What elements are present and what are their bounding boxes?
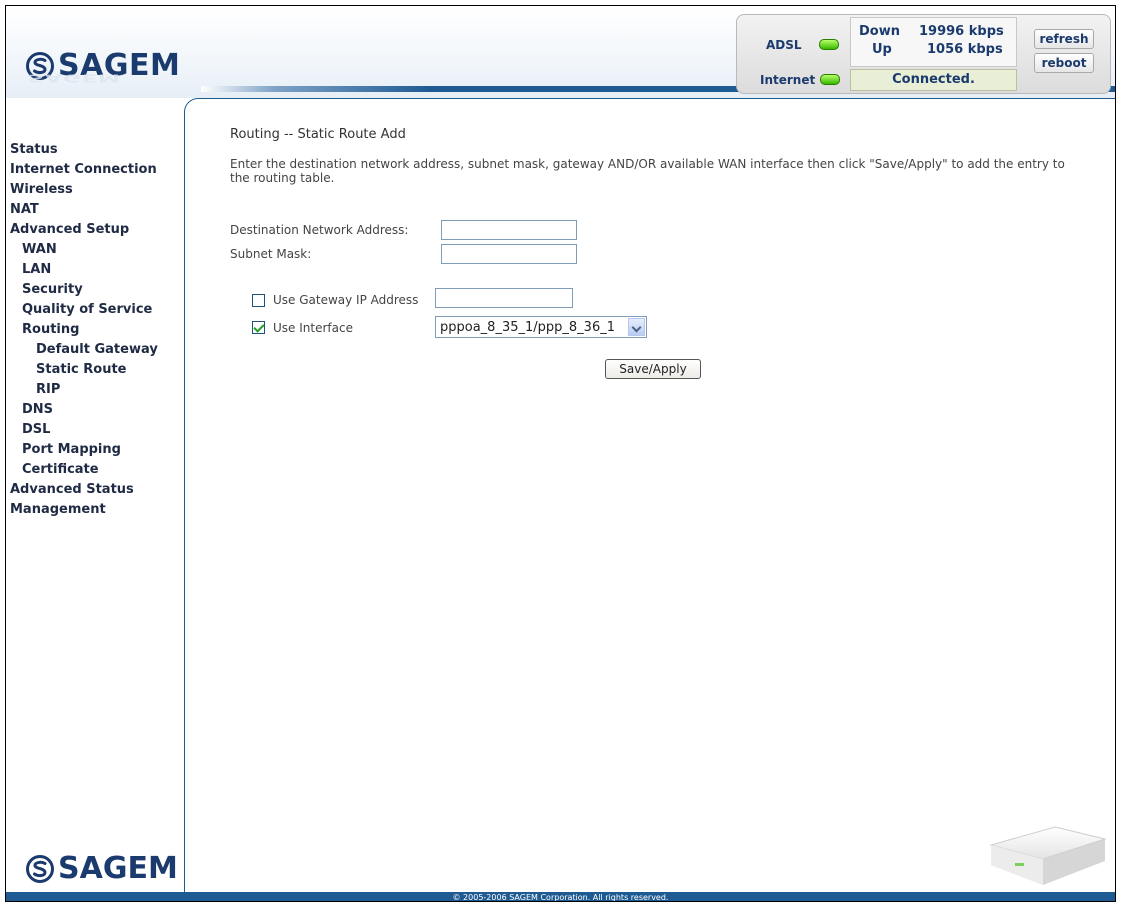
sidebar-item-dns[interactable]: DNS <box>22 402 53 417</box>
interface-select-value: pppoa_8_35_1/ppp_8_36_1 <box>440 320 615 335</box>
internet-label: Internet <box>760 73 816 87</box>
adsl-label: ADSL <box>766 38 802 52</box>
subnet-mask-input[interactable] <box>441 244 577 264</box>
header: SAGEM SAGEM ADSL Internet Down 19996 kbp… <box>6 6 1115 98</box>
brand-name-bottom: SAGEM <box>58 851 178 886</box>
sidebar-item-rip[interactable]: RIP <box>36 382 60 397</box>
refresh-button[interactable]: refresh <box>1034 29 1094 49</box>
sidebar-item-static-route[interactable]: Static Route <box>36 362 126 377</box>
page-description: Enter the destination network address, s… <box>230 157 1065 185</box>
sagem-logo-bottom: SAGEM <box>26 851 178 886</box>
sidebar-item-advanced-status[interactable]: Advanced Status <box>10 482 134 497</box>
down-rate: 19996 kbps <box>919 24 1004 39</box>
connection-status-text: Connected. <box>892 72 975 87</box>
chevron-down-icon[interactable] <box>628 318 645 336</box>
up-label: Up <box>872 42 892 57</box>
gateway-ip-input[interactable] <box>435 288 573 308</box>
internet-led-icon <box>820 74 840 85</box>
connection-status-panel: ADSL Internet Down 19996 kbps Up 1056 kb… <box>736 14 1111 94</box>
sidebar-item-wireless[interactable]: Wireless <box>10 182 73 197</box>
connection-status-box: Connected. <box>850 69 1017 91</box>
rate-display: Down 19996 kbps Up 1056 kbps <box>850 17 1017 67</box>
sidebar-item-nat[interactable]: NAT <box>10 202 39 217</box>
sidebar-item-internet-connection[interactable]: Internet Connection <box>10 162 157 177</box>
interface-select[interactable]: pppoa_8_35_1/ppp_8_36_1 <box>435 316 647 338</box>
sidebar-item-lan[interactable]: LAN <box>22 262 51 277</box>
destination-label: Destination Network Address: <box>230 223 409 237</box>
down-label: Down <box>859 24 900 39</box>
footer: © 2005-2006 SAGEM Corporation. All right… <box>6 892 1115 902</box>
use-interface-label: Use Interface <box>273 321 353 335</box>
sidebar-item-management[interactable]: Management <box>10 502 106 517</box>
page-title: Routing -- Static Route Add <box>230 127 406 142</box>
sidebar-item-advanced-setup[interactable]: Advanced Setup <box>10 222 129 237</box>
sidebar-item-port-mapping[interactable]: Port Mapping <box>22 442 121 457</box>
sidebar-item-security[interactable]: Security <box>22 282 83 297</box>
brand-reflection: SAGEM <box>28 71 121 85</box>
destination-network-input[interactable] <box>441 220 577 240</box>
router-device-icon <box>989 826 1107 885</box>
adsl-led-icon <box>819 39 839 50</box>
up-rate: 1056 kbps <box>927 42 1003 57</box>
sidebar-item-dsl[interactable]: DSL <box>22 422 50 437</box>
sidebar-item-routing[interactable]: Routing <box>22 322 79 337</box>
reboot-button[interactable]: reboot <box>1034 53 1094 73</box>
copyright-text: © 2005-2006 SAGEM Corporation. All right… <box>452 893 669 902</box>
use-interface-checkbox[interactable] <box>252 321 265 334</box>
main-content: Routing -- Static Route Add Enter the de… <box>184 98 1115 892</box>
use-gateway-checkbox[interactable] <box>252 294 265 307</box>
save-apply-button[interactable]: Save/Apply <box>605 359 701 379</box>
sidebar-item-quality-of-service[interactable]: Quality of Service <box>22 302 152 317</box>
sidebar-nav: Status Internet Connection Wireless NAT … <box>6 98 184 898</box>
sidebar-item-certificate[interactable]: Certificate <box>22 462 99 477</box>
subnet-mask-label: Subnet Mask: <box>230 247 312 261</box>
page-frame: SAGEM SAGEM ADSL Internet Down 19996 kbp… <box>5 5 1116 902</box>
sidebar-item-status[interactable]: Status <box>10 142 58 157</box>
sidebar-item-default-gateway[interactable]: Default Gateway <box>36 342 158 357</box>
use-gateway-label: Use Gateway IP Address <box>273 293 419 307</box>
sagem-logo-icon <box>26 855 54 883</box>
sidebar-item-wan[interactable]: WAN <box>22 242 57 257</box>
